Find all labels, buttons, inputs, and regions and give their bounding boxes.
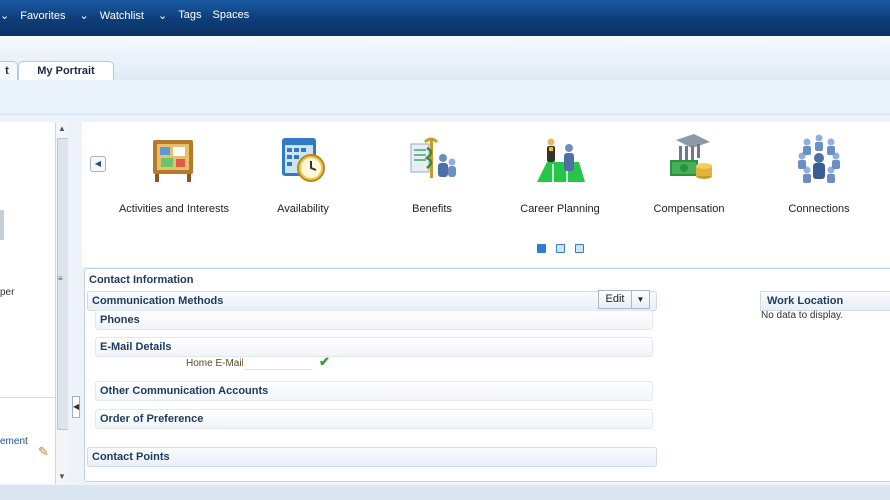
left-panel-block bbox=[0, 210, 4, 240]
carousel-pager bbox=[537, 244, 584, 253]
carousel-item-label: Compensation bbox=[653, 203, 725, 215]
communication-methods-title: Communication Methods bbox=[92, 295, 224, 307]
scroll-up-icon[interactable]: ▲ bbox=[58, 124, 66, 133]
carousel-page-dot[interactable] bbox=[537, 244, 546, 253]
contact-points-header[interactable]: Contact Points bbox=[87, 447, 657, 467]
money-stack-icon bbox=[670, 134, 712, 179]
carousel-item-compensation[interactable]: Compensation bbox=[629, 132, 749, 215]
menu-chevron-icon[interactable]: ⌄ bbox=[0, 9, 9, 22]
tab-band: t My Portrait bbox=[0, 36, 890, 80]
caduceus-people-icon bbox=[410, 137, 456, 178]
home-email-value[interactable] bbox=[243, 357, 313, 370]
top-nav: ⌄ Favorites ⌄ Watchlist ⌄ Tags Spaces bbox=[0, 9, 260, 22]
carousel-item-label: Career Planning bbox=[520, 203, 600, 215]
carousel-page-dot[interactable] bbox=[575, 244, 584, 253]
tab-partial[interactable]: t bbox=[0, 61, 18, 80]
carousel-item-label: Availability bbox=[277, 203, 329, 215]
top-nav-spaces[interactable]: Spaces bbox=[213, 9, 250, 22]
carousel-item-career-planning[interactable]: Career Planning bbox=[500, 132, 620, 215]
email-details-section[interactable]: E-Mail Details bbox=[95, 337, 653, 357]
communication-methods-header[interactable]: Communication Methods bbox=[87, 291, 657, 311]
checkmark-icon: ✔ bbox=[319, 354, 330, 369]
work-location-empty: No data to display. bbox=[761, 310, 844, 321]
phones-title: Phones bbox=[100, 314, 140, 326]
carousel-item-label: Benefits bbox=[412, 203, 452, 215]
collapse-icon[interactable]: ◀ bbox=[72, 396, 80, 418]
phones-section[interactable]: Phones bbox=[95, 310, 653, 330]
contact-information-title: Contact Information bbox=[89, 274, 194, 286]
top-nav-label: Watchlist bbox=[99, 10, 144, 22]
global-header: ⌄ Favorites ⌄ Watchlist ⌄ Tags Spaces bbox=[0, 0, 890, 36]
panel-splitter[interactable]: ◀ bbox=[68, 122, 82, 484]
left-panel: per ✎ ement bbox=[0, 122, 56, 484]
career-ladder-icon bbox=[537, 138, 585, 182]
scroll-down-icon[interactable]: ▼ bbox=[58, 472, 66, 481]
other-accounts-title: Other Communication Accounts bbox=[100, 385, 269, 397]
contact-points-title: Contact Points bbox=[92, 451, 170, 463]
home-email-label: Home E-Mail bbox=[186, 358, 244, 369]
carousel-previous-button[interactable]: ◀ bbox=[90, 156, 106, 172]
calendar-clock-icon bbox=[282, 138, 325, 182]
top-nav-watchlist[interactable]: Watchlist ⌄ bbox=[100, 9, 168, 22]
carousel-item-label: Activities and Interests bbox=[118, 203, 230, 215]
edit-button[interactable]: Edit bbox=[598, 290, 632, 309]
carousel-item-connections[interactable]: Connections bbox=[759, 132, 879, 215]
carousel-item-activities[interactable]: Activities and Interests bbox=[114, 132, 234, 215]
carousel-item-benefits[interactable]: Benefits bbox=[372, 132, 492, 215]
divider bbox=[0, 397, 55, 398]
carousel-item-availability[interactable]: Availability bbox=[243, 132, 363, 215]
bulletin-board-icon bbox=[153, 140, 193, 182]
top-nav-label: Favorites bbox=[20, 10, 66, 22]
vertical-scrollbar[interactable]: ▲ ≡ ▼ bbox=[55, 122, 69, 484]
order-of-preference-title: Order of Preference bbox=[100, 413, 204, 425]
toolbar-band bbox=[0, 80, 890, 115]
left-panel-link[interactable]: ement bbox=[0, 436, 28, 447]
chevron-down-icon[interactable]: ▼ bbox=[631, 290, 650, 309]
tab-my-portrait[interactable]: My Portrait bbox=[18, 61, 114, 80]
order-of-preference-section[interactable]: Order of Preference bbox=[95, 409, 653, 429]
top-nav-favorites[interactable]: Favorites ⌄ bbox=[20, 9, 89, 22]
carousel-page-dot[interactable] bbox=[556, 244, 565, 253]
carousel-item-label: Connections bbox=[788, 203, 850, 215]
status-bar bbox=[0, 485, 890, 500]
grip-icon: ≡ bbox=[58, 274, 63, 283]
other-accounts-section[interactable]: Other Communication Accounts bbox=[95, 381, 653, 401]
pencil-icon[interactable]: ✎ bbox=[38, 444, 49, 460]
contact-information-panel: Contact Information Communication Method… bbox=[84, 268, 890, 482]
people-group-icon bbox=[798, 134, 840, 183]
portrait-carousel: ◀ Activities and Interests Availability bbox=[82, 122, 890, 267]
left-panel-text: per bbox=[0, 287, 15, 298]
work-location-header[interactable]: Work Location bbox=[760, 291, 890, 311]
email-details-title: E-Mail Details bbox=[100, 341, 172, 353]
top-nav-tags[interactable]: Tags bbox=[178, 9, 201, 22]
work-location-title: Work Location bbox=[767, 295, 844, 307]
